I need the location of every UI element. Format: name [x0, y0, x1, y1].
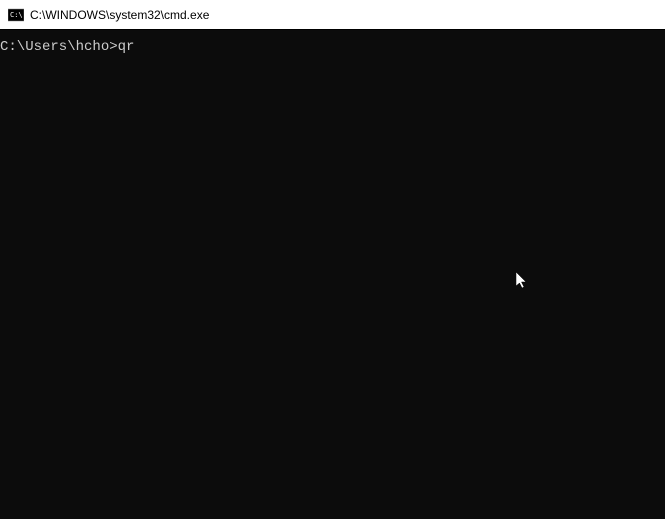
prompt-line: C:\Users\hcho>qr [0, 39, 134, 55]
terminal-area[interactable]: C:\Users\hcho>qr [0, 30, 665, 519]
prompt-text: C:\Users\hcho> [0, 39, 118, 55]
cmd-icon: C:\ [8, 7, 24, 23]
svg-text:C:\: C:\ [10, 11, 23, 19]
window-titlebar[interactable]: C:\ C:\WINDOWS\system32\cmd.exe [0, 0, 665, 30]
command-input[interactable]: qr [118, 39, 135, 55]
window-title: C:\WINDOWS\system32\cmd.exe [30, 8, 209, 22]
